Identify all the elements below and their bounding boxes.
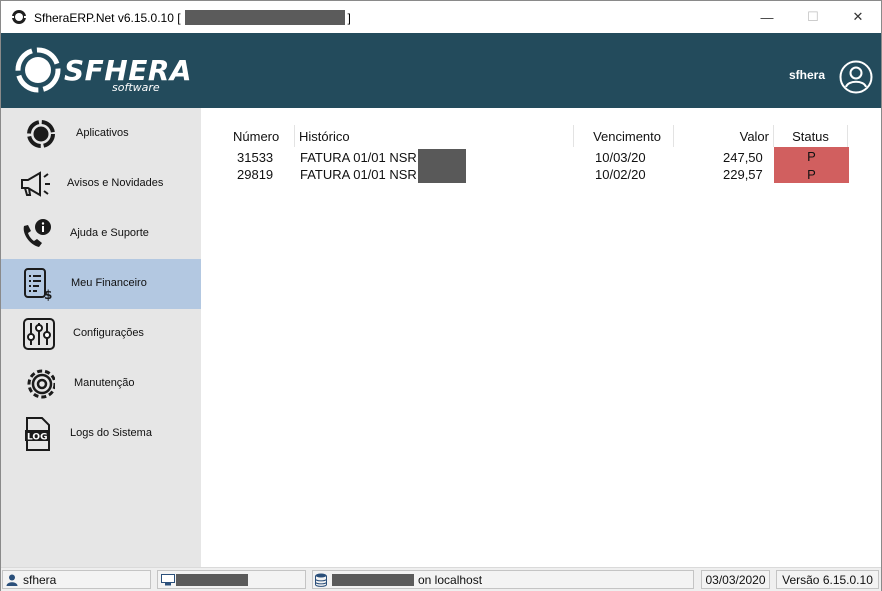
column-header-label: Valor bbox=[739, 128, 769, 144]
close-button[interactable]: ✕ bbox=[835, 1, 881, 33]
log-file-icon: LOG bbox=[25, 417, 50, 451]
status-user-panel: sfhera bbox=[2, 570, 151, 589]
user-icon bbox=[6, 574, 18, 586]
apps-ring-icon bbox=[27, 120, 55, 148]
close-icon: ✕ bbox=[852, 9, 864, 24]
sidebar-item-label: Configurações bbox=[73, 327, 144, 339]
status-computer-panel bbox=[157, 570, 306, 589]
cell-valor: 247,50 bbox=[723, 149, 763, 165]
sidebar-item-configuracoes[interactable]: Configurações bbox=[1, 309, 201, 359]
column-header-label: Vencimento bbox=[593, 128, 661, 144]
status-date-panel: 03/03/2020 bbox=[701, 570, 770, 589]
app-logo-icon bbox=[11, 10, 27, 24]
computer-icon bbox=[161, 573, 175, 585]
cell-numero: 31533 bbox=[237, 149, 274, 165]
sliders-icon bbox=[23, 318, 55, 350]
status-version-panel: Versão 6.15.0.10 bbox=[776, 570, 879, 589]
redacted-block bbox=[184, 10, 345, 25]
svg-text:LOG: LOG bbox=[27, 433, 47, 443]
sidebar-item-ajuda[interactable]: Ajuda e Suporte bbox=[1, 209, 201, 259]
cell-valor: 229,57 bbox=[723, 166, 763, 182]
sidebar-item-logs[interactable]: LOG Logs do Sistema bbox=[1, 409, 201, 459]
column-header-status[interactable]: Status bbox=[774, 125, 848, 147]
sidebar-item-manutencao[interactable]: Manutenção bbox=[1, 359, 201, 409]
svg-text:$: $ bbox=[44, 288, 52, 301]
status-bar: sfhera on localhost 03/03/2020 Versão 6.… bbox=[1, 567, 881, 591]
cell-historico-text: FATURA 01/01 NSR bbox=[300, 149, 417, 165]
cell-historico: FATURA 01/01 NSR bbox=[300, 165, 466, 183]
cell-vencimento: 10/02/20 bbox=[595, 166, 646, 182]
sidebar-item-aplicativos[interactable]: Aplicativos bbox=[1, 109, 201, 159]
logo-subtitle: software bbox=[112, 81, 160, 94]
sidebar-item-label: Ajuda e Suporte bbox=[70, 227, 149, 239]
cell-numero: 29819 bbox=[237, 166, 274, 182]
maximize-button[interactable]: ☐ bbox=[790, 1, 836, 33]
minimize-icon: — bbox=[760, 9, 774, 25]
sidebar-item-meu-financeiro[interactable]: $ Meu Financeiro bbox=[1, 259, 201, 309]
minimize-button[interactable]: — bbox=[744, 1, 790, 33]
app-header: SFHERA software sfhera bbox=[1, 33, 881, 108]
column-header-label: Status bbox=[792, 128, 829, 144]
status-database-host: on localhost bbox=[418, 572, 483, 587]
invoice-dollar-icon: $ bbox=[24, 268, 52, 301]
redacted-block bbox=[417, 148, 466, 166]
sidebar: Aplicativos Avisos e Novidades Ajuda e S… bbox=[1, 108, 201, 567]
title-bar: SfheraERP.Net v6.15.0.10 [ ] — ☐ ✕ bbox=[1, 1, 881, 33]
window-title: SfheraERP.Net v6.15.0.10 [ ] bbox=[34, 10, 351, 25]
header-user-name[interactable]: sfhera bbox=[789, 68, 825, 82]
sidebar-item-label: Aplicativos bbox=[76, 127, 129, 139]
redacted-block bbox=[176, 573, 248, 586]
sfhera-ring-icon bbox=[15, 47, 61, 93]
database-icon bbox=[315, 573, 327, 587]
financial-table: Número Histórico Vencimento Valor Status… bbox=[201, 108, 881, 567]
sfhera-logo: SFHERA software bbox=[14, 44, 192, 96]
redacted-block bbox=[417, 165, 466, 183]
cell-status: P bbox=[774, 147, 849, 165]
sidebar-item-label: Manutenção bbox=[74, 377, 135, 389]
window-title-prefix: SfheraERP.Net v6.15.0.10 [ bbox=[34, 10, 181, 25]
sidebar-item-avisos[interactable]: Avisos e Novidades bbox=[1, 159, 201, 209]
window-title-suffix: ] bbox=[347, 10, 351, 25]
status-database-panel: on localhost bbox=[312, 570, 694, 589]
sidebar-item-label: Meu Financeiro bbox=[71, 277, 147, 289]
column-header-numero[interactable]: Número bbox=[229, 125, 295, 147]
cell-vencimento: 10/03/20 bbox=[595, 149, 646, 165]
column-header-valor[interactable]: Valor bbox=[674, 125, 774, 147]
sidebar-item-label: Logs do Sistema bbox=[70, 427, 152, 439]
column-header-vencimento[interactable]: Vencimento bbox=[574, 125, 674, 147]
status-version: Versão 6.15.0.10 bbox=[782, 572, 873, 587]
user-circle-icon[interactable] bbox=[839, 60, 873, 94]
phone-info-icon bbox=[23, 219, 51, 247]
cell-historico: FATURA 01/01 NSR bbox=[300, 148, 466, 166]
column-header-historico[interactable]: Histórico bbox=[295, 125, 574, 147]
megaphone-icon bbox=[21, 171, 50, 197]
cell-historico-text: FATURA 01/01 NSR bbox=[300, 166, 417, 182]
sidebar-item-label: Avisos e Novidades bbox=[67, 177, 164, 189]
column-header-label: Histórico bbox=[299, 128, 350, 144]
redacted-block bbox=[332, 573, 414, 586]
maximize-icon: ☐ bbox=[807, 9, 819, 24]
app-window: SfheraERP.Net v6.15.0.10 [ ] — ☐ ✕ SFHER… bbox=[0, 0, 882, 591]
status-date: 03/03/2020 bbox=[705, 572, 766, 587]
column-header-label: Número bbox=[233, 128, 280, 144]
status-user-name: sfhera bbox=[23, 572, 57, 587]
gear-icon bbox=[27, 369, 55, 399]
cell-status: P bbox=[774, 165, 849, 183]
